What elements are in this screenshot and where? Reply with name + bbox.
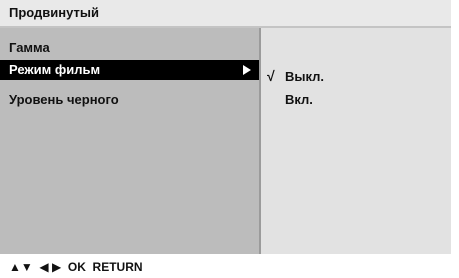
submenu-arrow-icon — [243, 65, 251, 75]
menu-title: Продвинутый — [9, 5, 99, 20]
osd-menu: Продвинутый Гамма Режим фильм Уровень че… — [0, 0, 459, 278]
menu-item-label: Гамма — [9, 40, 50, 55]
navigation-hint: ▲▼ ◀ ▶ OK RETURN — [9, 260, 143, 274]
menu-item-label: Уровень черного — [9, 92, 119, 107]
menu-item-black-level[interactable]: Уровень черного — [0, 90, 259, 110]
option-off[interactable]: Выкл. — [285, 69, 324, 84]
menu-item-film-mode[interactable]: Режим фильм — [0, 60, 259, 80]
menu-list: Гамма Режим фильм Уровень черного — [0, 28, 259, 254]
title-bar: Продвинутый — [0, 0, 451, 28]
menu-item-label: Режим фильм — [9, 62, 101, 77]
check-icon: √ — [267, 68, 275, 84]
footer-hint-bar: ▲▼ ◀ ▶ OK RETURN — [0, 254, 459, 278]
submenu-panel: √ Выкл. Вкл. — [261, 28, 451, 254]
menu-item-gamma[interactable]: Гамма — [0, 38, 259, 58]
option-on[interactable]: Вкл. — [285, 92, 313, 107]
